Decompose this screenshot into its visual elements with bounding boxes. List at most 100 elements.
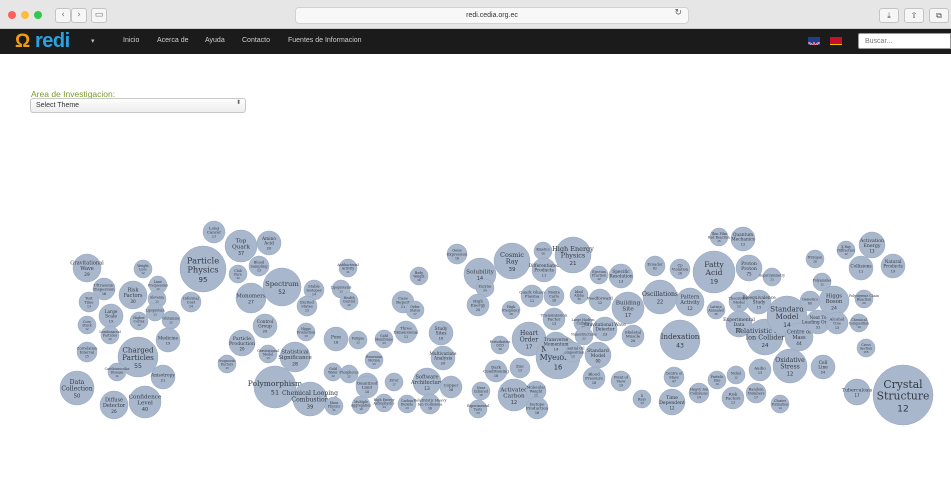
bubble-circle[interactable]: [324, 396, 344, 416]
bubble-amino-acid[interactable]: AminoAcid20: [256, 230, 282, 256]
bubble-chemical-composition[interactable]: ChemicalComposition19: [849, 313, 870, 333]
bubble-collisions[interactable]: Collisions11: [848, 255, 874, 281]
bubble-circle[interactable]: [501, 300, 521, 320]
bubble-zinc[interactable]: Zinc13: [509, 357, 531, 379]
bubble-circle[interactable]: [228, 264, 248, 284]
bubble-transmission-factor[interactable]: TransmissionFactor13: [541, 307, 568, 331]
bubble-circle[interactable]: [730, 226, 756, 252]
bubble-monomers[interactable]: Monomers27: [235, 282, 267, 314]
bubble-oxidative-stress[interactable]: OxidativeStress12: [772, 348, 808, 384]
bubble-circle[interactable]: [78, 291, 100, 313]
bubble-circle[interactable]: [762, 267, 782, 287]
bubble-circle[interactable]: [430, 345, 456, 371]
bubble-circle[interactable]: [364, 350, 384, 370]
bubble-circle[interactable]: [224, 229, 258, 263]
bubble-circle[interactable]: [659, 319, 701, 361]
bubble-circle[interactable]: [409, 266, 429, 286]
bubble-quark-gluon-plasma[interactable]: Quark GluonPlasma11: [519, 284, 545, 308]
bubble-circle[interactable]: [180, 291, 202, 313]
bubble-circle[interactable]: [520, 284, 544, 308]
bubble-circle[interactable]: [675, 287, 705, 317]
bubble-confidence-level[interactable]: ConfidenceLevel40: [128, 385, 162, 419]
bubble-circle[interactable]: [644, 255, 666, 277]
bubble-particle-size[interactable]: ParticleSize14: [707, 370, 727, 390]
bubble-prognostic-factors[interactable]: PrognosticFactors13: [217, 354, 237, 374]
bubble-crystal-structure[interactable]: CrystalStructure12: [872, 364, 934, 426]
bubble-circle[interactable]: [663, 366, 685, 388]
bubble-kinetics[interactable]: Kinetics58: [533, 241, 553, 261]
bubble-error[interactable]: Error17: [384, 372, 404, 392]
bubble-tuberculosis[interactable]: Tuberculosis17: [842, 378, 873, 406]
bubble-differentiated-products[interactable]: DifferentiatedProducts11: [529, 257, 560, 283]
bubble-circle[interactable]: [258, 344, 278, 364]
bubble-circle[interactable]: [531, 257, 557, 283]
bubble-circle[interactable]: [688, 382, 710, 404]
bubble-risk-factors[interactable]: RiskFactors30: [118, 280, 148, 310]
bubble-feedforward[interactable]: Feedforward12: [587, 288, 613, 312]
bubble-order-states[interactable]: OrderStates17: [405, 300, 425, 320]
bubble-circle[interactable]: [554, 236, 592, 274]
bubble-time-dependent[interactable]: TimeDependent12: [658, 388, 686, 416]
bubble-circle[interactable]: [642, 279, 678, 315]
bubble-circle[interactable]: [133, 259, 153, 279]
bubble-risk-factors[interactable]: RiskFactors17: [721, 386, 745, 410]
bubble-circle[interactable]: [323, 362, 343, 382]
bubble-random-numbers[interactable]: RandomNumbers17: [745, 382, 767, 404]
bubble-circle[interactable]: [228, 329, 256, 357]
bubble-circle[interactable]: [466, 293, 490, 317]
bubble-circle[interactable]: [533, 241, 553, 261]
bubble-cp-violation[interactable]: CpViolation16: [669, 258, 691, 280]
bubble-circle[interactable]: [179, 245, 227, 293]
bubble-monte-carlo[interactable]: MonteCarlo18: [543, 285, 565, 307]
bubble-weight-loss[interactable]: WeightLoss12: [133, 259, 153, 279]
bubble-circle[interactable]: [772, 348, 808, 384]
bubble-ideal-alpha[interactable]: IdealAlpha16: [569, 285, 589, 305]
bubble-lattice-annealed[interactable]: LatticeAnnealed26: [706, 300, 726, 320]
bubble-diffuse-detector[interactable]: DiffuseDetector26: [99, 390, 129, 420]
bubble-ejection-fraction[interactable]: EjectionFraction12: [589, 265, 609, 285]
bubble-circle[interactable]: [588, 288, 612, 312]
bubble-oscillations[interactable]: Oscillations22: [642, 279, 678, 315]
bubble-circle[interactable]: [339, 364, 359, 384]
bubble-circle[interactable]: [100, 325, 120, 345]
bubble-circle[interactable]: [374, 393, 394, 413]
bubble-excited-states[interactable]: ExcitedStates13: [296, 295, 318, 317]
bubble-circle[interactable]: [279, 341, 311, 373]
bubble-proton-proton[interactable]: ProtonProton75: [735, 254, 763, 282]
bubble-circle[interactable]: [161, 310, 181, 330]
bubble-circle[interactable]: [843, 378, 871, 406]
bubble-quantum-mechanics[interactable]: QuantumMechanics12: [730, 226, 756, 252]
bubble-circle[interactable]: [608, 263, 634, 289]
bubble-multiple-aggregation[interactable]: MultipleAggregation10: [350, 395, 371, 415]
bubble-high-frequency[interactable]: HighFrequency18: [501, 300, 521, 320]
bubble-polystyrene-chain-reaction[interactable]: Polystyrene ChainReaction20: [849, 289, 879, 309]
bubble-spectrum[interactable]: Spectrum52: [262, 267, 302, 307]
bubble-circle[interactable]: [709, 227, 729, 247]
bubble-circle[interactable]: [856, 338, 876, 358]
bubble-circle[interactable]: [338, 258, 358, 278]
bubble-particle-physics[interactable]: ParticlePhysics95: [179, 245, 227, 293]
bubble-near-infrared[interactable]: NearInfrared18: [471, 381, 491, 401]
bubble-medicine[interactable]: Medicine19: [155, 327, 181, 353]
bubble-circle[interactable]: [202, 220, 226, 244]
bubble-phosphorus[interactable]: Phosphorus12: [339, 364, 359, 384]
bubble-three-dimensional[interactable]: ThreeDimensional11: [394, 320, 420, 344]
bubble-circle[interactable]: [805, 249, 825, 269]
bubble-high-energy-physics[interactable]: High EnergyPhysics21: [552, 236, 594, 274]
bubble-copper[interactable]: Copper26: [439, 375, 463, 399]
bubble-large-scale[interactable]: LargeScale19: [98, 303, 124, 329]
bubble-circle[interactable]: [658, 388, 686, 416]
bubble-circle[interactable]: [509, 357, 531, 379]
bubble-pattern-activity[interactable]: PatternActivity12: [675, 287, 705, 317]
bubble-circle[interactable]: [543, 331, 569, 357]
bubble-gene-expression[interactable]: GeneExpression18: [446, 243, 468, 265]
bubble-specific-resolution[interactable]: SpecificResolution13: [608, 263, 634, 289]
bubble-circle[interactable]: [849, 313, 869, 333]
bubble-circle[interactable]: [446, 243, 468, 265]
bubble-circle[interactable]: [706, 300, 726, 320]
bubble-ecuador[interactable]: Ecuador62: [644, 255, 666, 277]
bubble-skeletal-muscle[interactable]: SkeletalMuscle20: [621, 324, 645, 348]
bubble-x-rays[interactable]: XRays14: [632, 389, 652, 409]
bubble-circle[interactable]: [610, 370, 632, 392]
bubble-circle[interactable]: [128, 385, 162, 419]
